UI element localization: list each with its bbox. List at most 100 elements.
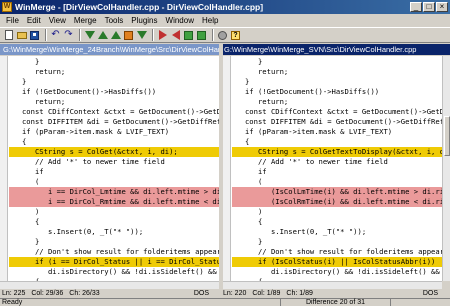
code-line[interactable]: return;	[9, 97, 219, 107]
redo-button[interactable]: ↷	[63, 30, 74, 41]
menu-view[interactable]: View	[45, 16, 70, 25]
right-file-path[interactable]: G:\WinMerge\WinMerge_SVN\Src\DirViewColH…	[221, 44, 450, 55]
code-line[interactable]: {	[9, 137, 219, 147]
code-line[interactable]: const CDiffContext &ctxt = GetDocument()…	[9, 107, 219, 117]
right-column: Col: 1/89	[252, 290, 281, 297]
prev-diff-button[interactable]	[97, 30, 108, 41]
undo-button[interactable]: ↶	[50, 30, 61, 41]
code-line[interactable]: if (i == DirCol_Status || i == DirCol_St…	[9, 257, 219, 267]
left-file-path[interactable]: G:\WinMerge\WinMerge_24Branch\WinMerge\S…	[0, 44, 219, 55]
open-button[interactable]	[16, 30, 27, 41]
code-line[interactable]: (IsColRmTime(i) && di.left.mtime < di.ri	[232, 197, 442, 207]
right-pane-status: Ln: 220 Col: 1/89 Ch: 1/89 DOS	[223, 289, 448, 298]
next-diff-button[interactable]	[84, 30, 95, 41]
code-line[interactable]: }	[232, 77, 442, 87]
options-button[interactable]	[217, 30, 228, 41]
code-line[interactable]: (	[9, 177, 219, 187]
last-diff-button[interactable]	[136, 30, 147, 41]
copy-left-button[interactable]	[170, 30, 181, 41]
undo-icon: ↶	[51, 29, 60, 40]
right-code-pane[interactable]: } return; } if (!GetDocument()->HasDiffs…	[223, 56, 442, 281]
menu-edit[interactable]: Edit	[23, 16, 45, 25]
right-horizontal-scrollbar[interactable]	[223, 281, 442, 289]
code-line[interactable]: return;	[232, 97, 442, 107]
code-line[interactable]: if (IsColStatus(i) || IsColStatusAbbr(i)…	[232, 257, 442, 267]
copy-all-left-icon	[197, 30, 206, 40]
code-line[interactable]: }	[232, 237, 442, 247]
menu-merge[interactable]: Merge	[70, 16, 101, 25]
code-line[interactable]: i == DirCol_Lmtime && di.left.mtime > di	[9, 187, 219, 197]
menu-file[interactable]: File	[2, 16, 23, 25]
code-line[interactable]: return;	[232, 67, 442, 77]
new-button[interactable]	[3, 30, 14, 41]
close-button[interactable]: ×	[436, 2, 448, 12]
minimize-button[interactable]: _	[410, 2, 422, 12]
copy-left-icon	[171, 30, 180, 40]
first-diff-button[interactable]	[110, 30, 121, 41]
code-line[interactable]: CString s = ColGet(&ctxt, i, di);	[9, 147, 219, 157]
help-button[interactable]: ?	[230, 30, 241, 41]
code-line[interactable]: }	[9, 77, 219, 87]
copy-right-button[interactable]	[157, 30, 168, 41]
code-line[interactable]: s.Insert(0, _T("* "));	[232, 227, 442, 237]
code-line[interactable]: if	[232, 167, 442, 177]
current-diff-icon	[124, 30, 133, 40]
code-line[interactable]: const DIFFITEM &di = GetDocument()->GetD…	[232, 117, 442, 127]
code-line[interactable]: di.isDirectory() && !di.isSideleft() &&	[232, 267, 442, 277]
code-line[interactable]: // Don't show result for folderitems app…	[232, 247, 442, 257]
copy-all-right-icon	[184, 30, 193, 40]
code-line[interactable]: }	[9, 237, 219, 247]
first-diff-icon	[110, 31, 121, 39]
copy-all-left-button[interactable]	[196, 30, 207, 41]
menu-tools[interactable]: Tools	[101, 16, 128, 25]
left-code-pane[interactable]: } return; } if (!GetDocument()->HasDiffs…	[0, 56, 219, 281]
code-line[interactable]: if (!GetDocument()->HasDiffs())	[232, 87, 442, 97]
code-line[interactable]: const DIFFITEM &di = GetDocument()->GetD…	[9, 117, 219, 127]
scrollbar-thumb[interactable]	[444, 116, 450, 156]
winmerge-app-icon[interactable]: W	[2, 2, 12, 12]
code-line[interactable]: // Add '*' to newer time field	[9, 157, 219, 167]
code-line[interactable]: {	[232, 217, 442, 227]
copy-all-right-button[interactable]	[183, 30, 194, 41]
code-line[interactable]: s.Insert(0, _T("* "));	[9, 227, 219, 237]
code-line[interactable]: return;	[9, 67, 219, 77]
right-code-lines: } return; } if (!GetDocument()->HasDiffs…	[232, 57, 442, 281]
left-char: Ch: 26/33	[69, 290, 100, 297]
code-line[interactable]: di.isDirectory() && !di.isSideleft() &&	[9, 267, 219, 277]
menu-window[interactable]: Window	[162, 16, 198, 25]
save-button[interactable]	[29, 30, 40, 41]
status-difference: Difference 20 of 31	[280, 299, 390, 306]
maximize-button[interactable]: □	[423, 2, 435, 12]
left-horizontal-scrollbar[interactable]	[0, 281, 219, 289]
menu-help[interactable]: Help	[198, 16, 222, 25]
code-line[interactable]: )	[9, 207, 219, 217]
current-diff-button[interactable]	[123, 30, 134, 41]
title-bar: W WinMerge - [DirViewColHandler.cpp - Di…	[0, 0, 450, 14]
toolbar-separator	[45, 29, 47, 41]
options-icon	[218, 30, 227, 40]
code-line[interactable]: (IsColLmTime(i) && di.left.mtime > di.ri	[232, 187, 442, 197]
window-title: WinMerge - [DirViewColHandler.cpp - DirV…	[15, 2, 264, 12]
code-line[interactable]: const CDiffContext &ctxt = GetDocument()…	[232, 107, 442, 117]
code-line[interactable]: )	[232, 207, 442, 217]
code-line[interactable]: i == DirCol_Rmtime && di.left.mtime < di	[9, 197, 219, 207]
code-line[interactable]: if	[9, 167, 219, 177]
status-ready: Ready	[2, 299, 23, 306]
status-empty	[390, 299, 450, 306]
vertical-scrollbar[interactable]	[442, 56, 450, 281]
code-line[interactable]: }	[232, 57, 442, 67]
code-line[interactable]: if (!GetDocument()->HasDiffs())	[9, 87, 219, 97]
code-line[interactable]: }	[9, 57, 219, 67]
code-line[interactable]: (	[232, 177, 442, 187]
code-line[interactable]: CString s = ColGetTextToDisplay(&ctxt, i…	[232, 147, 442, 157]
code-line[interactable]: if (pParam->item.mask & LVIF_TEXT)	[232, 127, 442, 137]
menu-plugins[interactable]: Plugins	[127, 16, 161, 25]
code-line[interactable]: {	[232, 137, 442, 147]
code-line[interactable]: if (pParam->item.mask & LVIF_TEXT)	[9, 127, 219, 137]
menu-bar: File Edit View Merge Tools Plugins Windo…	[0, 14, 450, 27]
code-line[interactable]: // Add '*' to newer time field	[232, 157, 442, 167]
folder-icon	[16, 31, 27, 39]
code-line[interactable]: {	[9, 217, 219, 227]
code-line[interactable]: // Don't show result for folderitems app…	[9, 247, 219, 257]
right-gutter	[223, 56, 231, 281]
